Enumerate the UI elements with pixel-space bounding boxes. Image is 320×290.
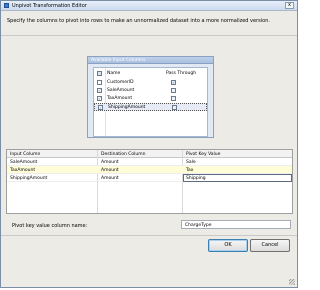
pivot-key-cell[interactable]: Shipping [186,176,206,181]
pivot-key-label: Pivot key value column name: [12,223,88,229]
input-column-cell[interactable]: SaleAmount [10,160,37,165]
unpivot-editor-window: Unpivot Transformation Editor x Specify … [0,0,298,288]
divider [1,35,297,36]
include-checkbox[interactable]: ✓ [97,88,102,93]
cancel-button[interactable]: Cancel [250,239,290,252]
pass-through-checkbox[interactable]: ✓ [171,80,176,85]
include-checkbox[interactable] [97,80,102,85]
name-header: Name [107,71,121,76]
input-column-cell[interactable]: TaxAmount [10,168,35,173]
column-name: SaleAmount [107,88,135,93]
select-all-checkbox[interactable] [97,71,102,76]
destination-column-cell[interactable]: Amount [101,168,119,173]
ok-button[interactable]: OK [208,239,248,252]
panel-title: Available Input Columns [91,58,146,63]
pivot-key-name-input[interactable]: ChargeType [181,220,291,229]
title-bar: Unpivot Transformation Editor x [1,1,297,11]
table-row[interactable]: ShippingAmount Amount Shipping [7,174,292,182]
pass-through-header: Pass Through [166,71,197,76]
table-row[interactable]: TaxAmount Amount Tax [7,166,292,174]
column-name: CustomerID [107,80,134,85]
app-icon [4,3,9,8]
input-columns-list: Name Pass Through CustomerID ✓ ✓ SaleAmount… [93,67,208,137]
grid-header: Input Column Destination Column Pivot Ke… [7,150,292,158]
list-header-row: Name Pass Through [94,70,207,78]
header-destination-column: Destination Column [101,152,146,157]
header-input-column: Input Column [10,152,41,157]
available-input-columns-panel: Available Input Columns Name Pass Throug… [87,56,214,138]
include-checkbox[interactable]: ✓ [97,96,102,101]
destination-column-cell[interactable]: Amount [101,176,119,181]
column-name: ShippingAmount [108,105,146,110]
column-name: TaxAmount [107,96,133,101]
list-item[interactable]: ✓ SaleAmount [94,87,207,95]
pivot-key-cell[interactable]: Tax [186,168,193,173]
resize-grip[interactable] [289,279,295,285]
pivot-key-cell[interactable]: Sale [186,160,196,165]
header-pivot-key-value: Pivot Key Value [186,152,221,157]
panel-header: Available Input Columns [88,57,213,64]
list-item[interactable]: ✓ ShippingAmount [94,103,207,111]
pass-through-checkbox[interactable] [172,105,177,110]
pivot-key-name-value: ChargeType [185,222,212,228]
description-text: Specify the columns to pivot into rows t… [7,18,270,24]
pass-through-checkbox[interactable] [171,96,176,101]
list-item[interactable]: CustomerID ✓ [94,79,207,87]
pass-through-checkbox[interactable] [171,88,176,93]
close-button[interactable]: x [285,2,294,9]
divider [1,235,297,236]
include-checkbox[interactable]: ✓ [98,105,103,110]
input-column-cell[interactable]: ShippingAmount [10,176,47,181]
destination-column-cell[interactable]: Amount [101,160,119,165]
unpivot-grid: Input Column Destination Column Pivot Ke… [6,149,293,214]
window-title: Unpivot Transformation Editor [12,3,87,9]
list-item[interactable]: ✓ TaxAmount [94,95,207,103]
table-row[interactable]: SaleAmount Amount Sale [7,158,292,166]
